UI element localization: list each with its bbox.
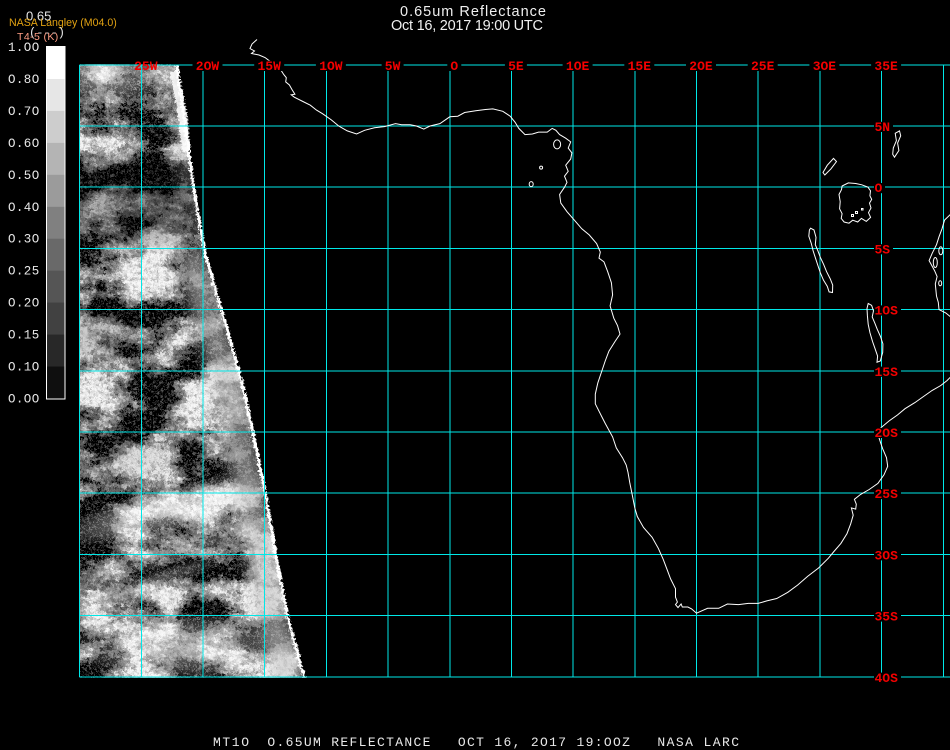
svg-text:5W: 5W (385, 59, 401, 74)
svg-text:MT1O: MT1O (213, 735, 249, 750)
svg-text:O.15: O.15 (8, 329, 40, 343)
svg-text:O.8O: O.8O (8, 73, 40, 87)
svg-text:O: O (875, 181, 883, 196)
svg-text:O.2O: O.2O (8, 297, 40, 311)
svg-text:O.5O: O.5O (8, 169, 40, 183)
svg-text:O.25: O.25 (8, 265, 40, 279)
svg-text:25W: 25W (134, 59, 158, 74)
svg-text:2OE: 2OE (689, 59, 713, 74)
svg-text:25S: 25S (875, 487, 899, 502)
svg-text:25E: 25E (751, 59, 775, 74)
svg-text:O.4O: O.4O (8, 201, 40, 215)
svg-text:4OS: 4OS (875, 671, 899, 686)
svg-text:1OW: 1OW (319, 59, 343, 74)
svg-text:O: O (450, 59, 458, 74)
svg-text:Oct 16, 2017 19:00 UTC: Oct 16, 2017 19:00 UTC (391, 18, 543, 34)
svg-text:15S: 15S (875, 365, 899, 380)
svg-text:5S: 5S (875, 242, 891, 257)
svg-text:NASA LARC: NASA LARC (657, 735, 739, 750)
svg-text:O.6O: O.6O (8, 137, 40, 151)
svg-text:3OS: 3OS (875, 548, 899, 563)
svg-text:T4-5 (K): T4-5 (K) (17, 31, 59, 43)
svg-text:2OW: 2OW (196, 59, 220, 74)
svg-text:5E: 5E (508, 59, 524, 74)
svg-text:5N: 5N (875, 120, 891, 135)
svg-text:O.1O: O.1O (8, 361, 40, 375)
svg-text:1.OO: 1.OO (8, 41, 40, 55)
svg-text:35E: 35E (874, 59, 898, 74)
svg-text:15E: 15E (628, 59, 652, 74)
svg-text:1OE: 1OE (566, 59, 590, 74)
svg-text:1OS: 1OS (875, 304, 899, 319)
svg-text:O.3O: O.3O (8, 233, 40, 247)
svg-text:O.65UM REFLECTANCE: O.65UM REFLECTANCE (267, 735, 430, 750)
svg-text:O.7O: O.7O (8, 105, 40, 119)
svg-text:OCT 16, 2O17 19:OOZ: OCT 16, 2O17 19:OOZ (458, 735, 630, 750)
svg-text:35S: 35S (875, 610, 899, 625)
svg-text:2OS: 2OS (875, 426, 899, 441)
svg-text:O.OO: O.OO (8, 393, 40, 407)
svg-text:3OE: 3OE (813, 59, 837, 74)
svg-text:15W: 15W (257, 59, 281, 74)
